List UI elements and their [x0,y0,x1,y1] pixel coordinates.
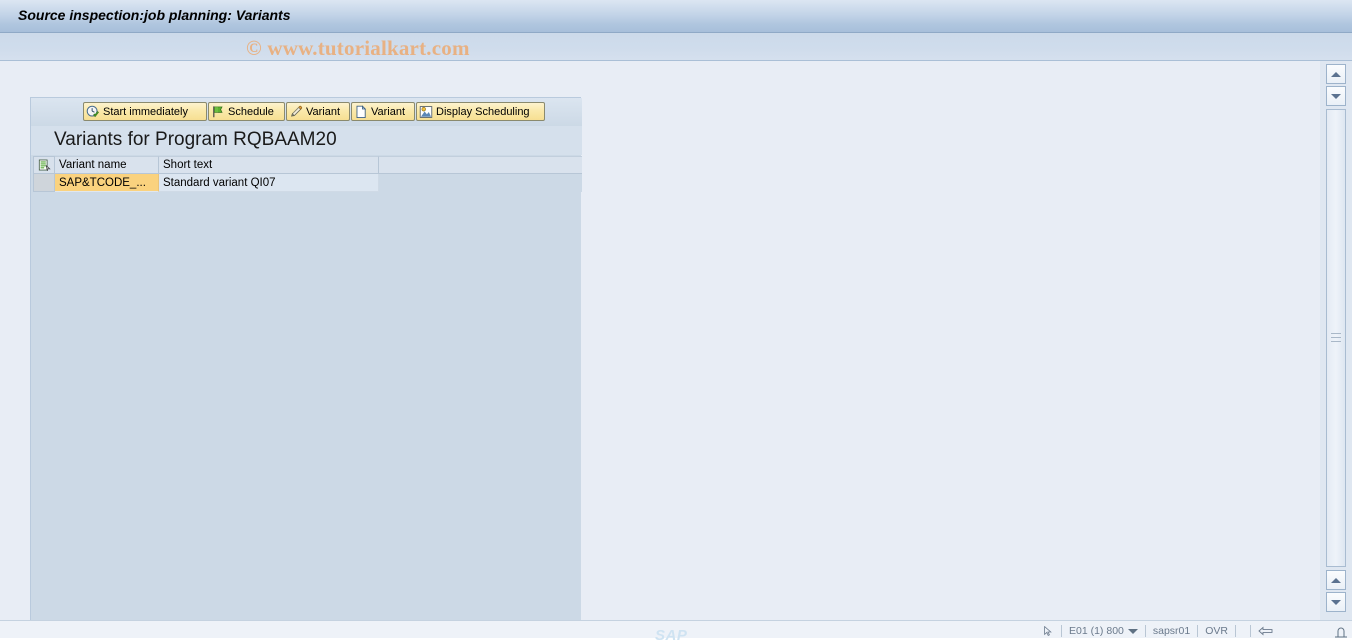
chevron-down-icon [1331,93,1341,99]
scroll-up-button[interactable] [1326,64,1346,84]
table-header-row: Variant name Short text [33,156,582,174]
application-toolbar: Start immediately Schedule Variant Varia… [31,98,582,126]
status-separator [1144,625,1146,637]
column-header-filler [379,156,582,174]
create-variant-label: Variant [371,105,406,118]
edit-variant-label: Variant [306,105,341,118]
scrollbar-grip-icon [1331,331,1341,345]
pencil-icon [291,105,303,117]
column-header-variant-name[interactable]: Variant name [55,156,159,174]
cell-short-text[interactable]: Standard variant QI07 [159,174,379,192]
page-title: Variants for Program RQBAAM20 [54,129,337,150]
watermark-text: © www.tutorialkart.com [246,36,470,60]
display-scheduling-button[interactable]: Display Scheduling [416,102,545,121]
select-all-button[interactable] [33,156,55,174]
status-server: sapsr01 [1152,625,1191,637]
status-insert-mode[interactable]: OVR [1205,625,1228,637]
edit-variant-button[interactable]: Variant [286,102,350,121]
scroll-down-button[interactable] [1326,86,1346,106]
status-separator [1197,625,1199,637]
scheduling-icon [419,105,433,118]
chevron-up-icon [1331,577,1341,583]
status-bar-items: E01 (1) 800 sapsr01 OVR [1044,624,1274,638]
status-system[interactable]: E01 (1) 800 [1069,625,1124,637]
column-header-short-text[interactable]: Short text [159,156,379,174]
cell-variant-name[interactable]: SAP&TCODE_... [55,174,159,192]
window-title: Source inspection:job planning: Variants [18,7,291,23]
cell-filler [379,174,582,192]
schedule-label: Schedule [228,105,274,118]
row-select-button[interactable] [33,174,55,192]
start-immediately-button[interactable]: Start immediately [83,102,207,121]
scrollbar-thumb[interactable] [1326,109,1346,567]
table-row[interactable]: SAP&TCODE_... Standard variant QI07 [33,174,582,192]
sap-logo: SAP [655,627,688,644]
clock-check-icon [86,105,99,117]
status-separator [1235,625,1236,637]
green-flag-icon [213,105,223,117]
select-all-icon [38,159,51,171]
main-canvas: Start immediately Schedule Variant Varia… [0,61,1320,620]
cursor-arrow-icon [1044,626,1052,636]
window-title-bar: Source inspection:job planning: Variants [0,0,1352,33]
display-scheduling-label: Display Scheduling [436,105,530,118]
start-immediately-label: Start immediately [103,105,188,118]
chevron-down-icon [1331,599,1341,605]
status-separator [1061,625,1062,637]
back-arrow-icon[interactable] [1258,626,1274,636]
new-document-icon [356,104,367,118]
status-separator [1250,625,1251,637]
chevron-up-icon [1331,71,1341,77]
schedule-button[interactable]: Schedule [208,102,285,121]
window-resize-grip-icon[interactable] [1334,626,1348,638]
page-heading-bar: Variants for Program RQBAAM20 [31,126,582,155]
scroll-down-button-secondary[interactable] [1326,592,1346,612]
vertical-scrollbar[interactable] [1320,61,1352,620]
create-variant-button[interactable]: Variant [351,102,415,121]
chevron-down-icon[interactable] [1127,628,1138,634]
variants-panel: Start immediately Schedule Variant Varia… [30,97,582,620]
watermark-band [0,33,1352,61]
variants-table: Variant name Short text SAP&TCODE_... St… [33,156,582,192]
scroll-up-button-secondary[interactable] [1326,570,1346,590]
